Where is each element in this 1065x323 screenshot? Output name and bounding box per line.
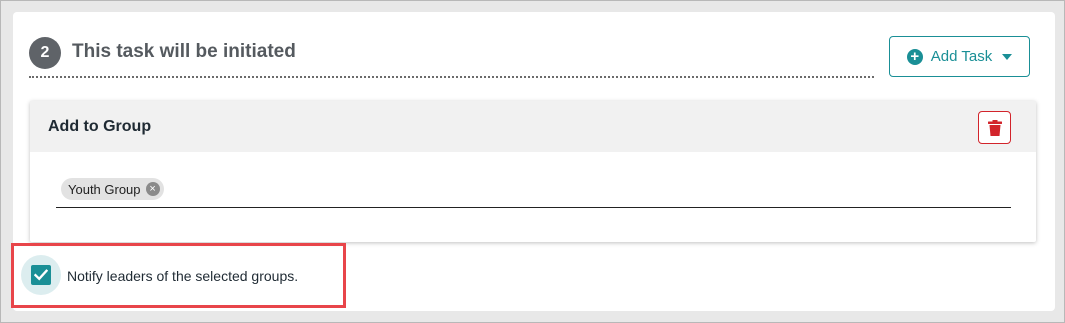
notify-leaders-checkbox[interactable]: [31, 265, 51, 285]
window-frame: 2 This task will be initiated + Add Task…: [0, 0, 1065, 323]
card-title: Add to Group: [48, 118, 152, 135]
add-task-label: Add Task: [930, 48, 993, 65]
group-chip-label: Youth Group: [68, 181, 141, 197]
step-header: 2 This task will be initiated: [29, 34, 874, 78]
notify-leaders-label: Notify leaders of the selected groups.: [67, 268, 299, 284]
close-circle-icon[interactable]: ×: [145, 182, 160, 196]
notify-checkbox-ripple: [21, 255, 61, 295]
group-select-field[interactable]: Youth Group ×: [56, 171, 1011, 208]
card-header: Add to Group: [30, 101, 1036, 152]
caret-down-icon: [1002, 53, 1013, 60]
add-task-button[interactable]: + Add Task: [889, 36, 1030, 77]
step-number-badge: 2: [29, 37, 61, 69]
step-title: This task will be initiated: [72, 41, 296, 62]
plus-circle-icon: +: [906, 48, 923, 65]
trash-icon: [987, 119, 1002, 136]
check-icon: [34, 269, 48, 281]
delete-task-button[interactable]: [978, 111, 1011, 144]
add-to-group-card: Add to Group Youth Group ×: [30, 101, 1036, 242]
group-chip: Youth Group ×: [61, 178, 164, 200]
